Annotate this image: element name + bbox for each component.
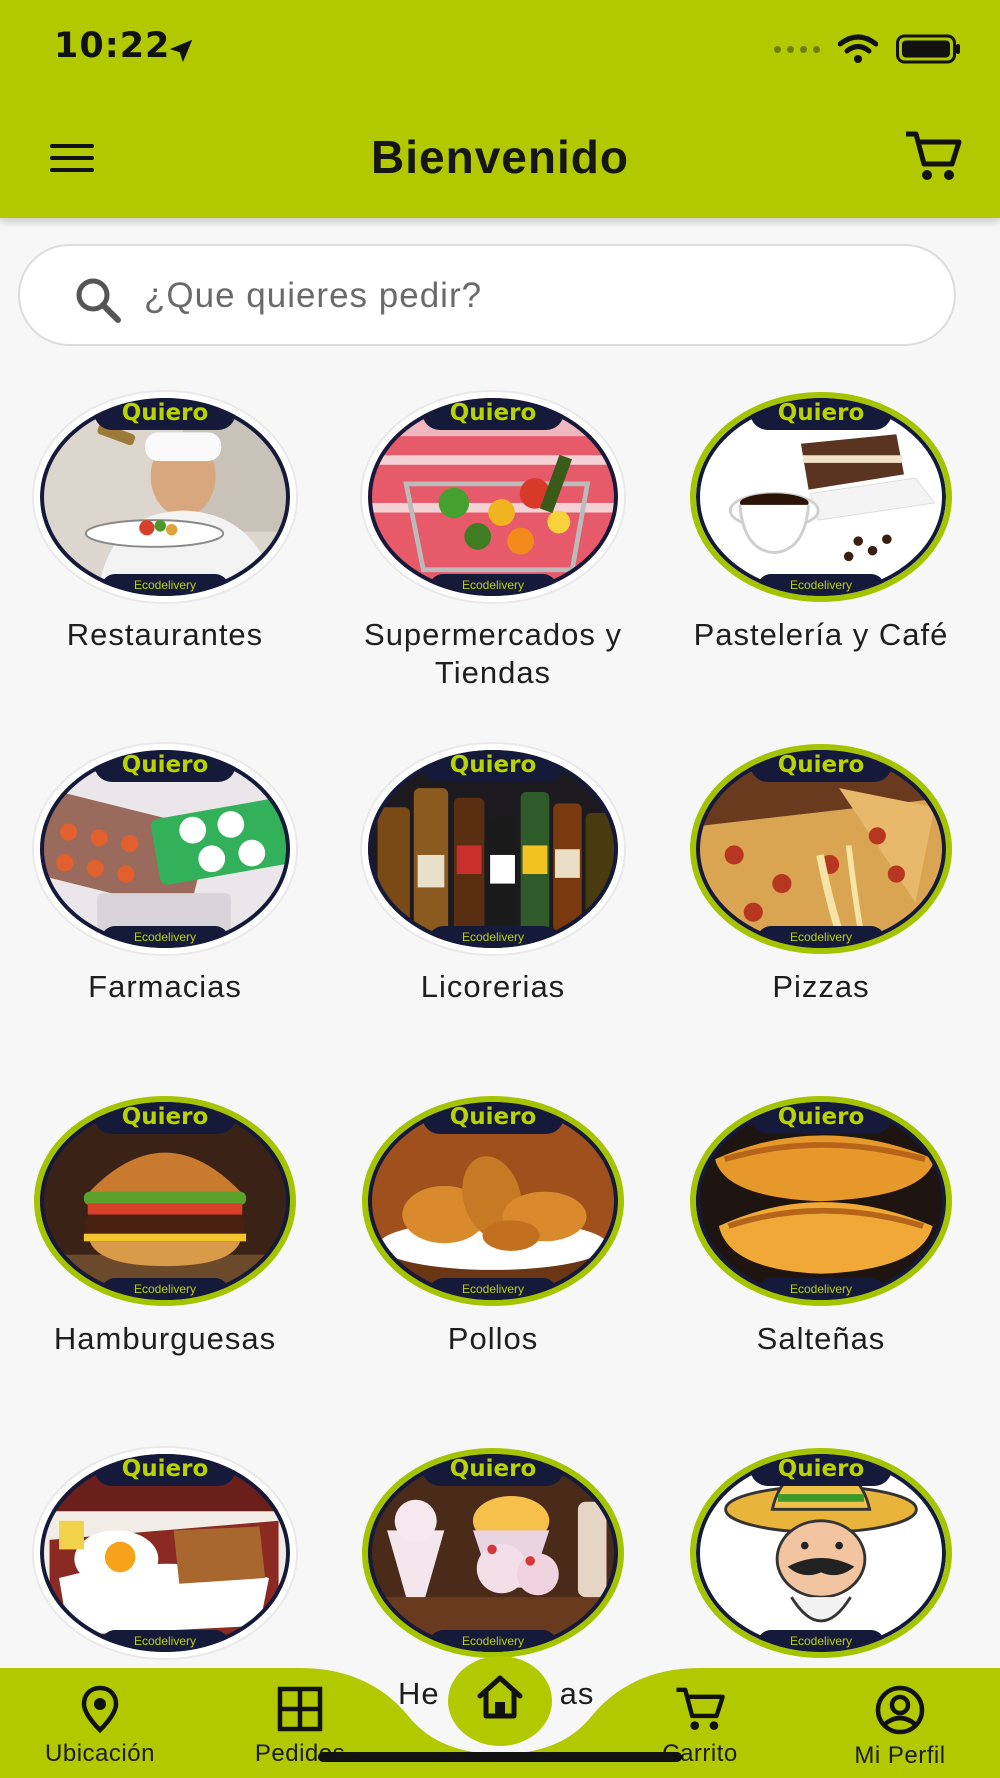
- category-label: Pastelería y Café: [693, 617, 949, 652]
- app-bar: 10:22 Bienvenido: [0, 0, 1000, 218]
- category-label: Pollos: [447, 1321, 539, 1356]
- page-title: Bienvenido: [371, 131, 629, 183]
- category-comida-tipica[interactable]: Quiero Ecodelivery: [656, 1448, 986, 1672]
- status-indicators: [774, 34, 962, 64]
- category-licorerias[interactable]: Quiero Ecodelivery Licorerias: [328, 744, 658, 1006]
- category-label: Licorerias: [420, 969, 566, 1004]
- category-helados[interactable]: Quiero Ecodelivery: [328, 1448, 658, 1658]
- category-image: Quiero Ecodelivery: [34, 1448, 296, 1658]
- category-hamburguesas[interactable]: Quiero Ecodelivery Hamburguesas: [0, 1096, 330, 1358]
- home-button[interactable]: [448, 1656, 552, 1746]
- wifi-icon: [838, 34, 878, 63]
- category-label: Hamburguesas: [53, 1321, 277, 1356]
- category-label: Supermercados y Tiendas: [364, 617, 622, 690]
- category-label: Salteñas: [756, 1321, 886, 1356]
- category-image: Quiero Ecodelivery: [34, 744, 296, 954]
- category-image: Quiero Ecodelivery: [690, 1096, 952, 1306]
- grid-icon: [277, 1686, 323, 1732]
- status-time: 10:22: [54, 26, 171, 66]
- category-label: Farmacias: [88, 969, 242, 1004]
- category-image: Quiero Ecodelivery: [362, 744, 624, 954]
- search-bar[interactable]: [18, 244, 956, 346]
- category-supermercados[interactable]: Quiero Ecodelivery Supermercados y Tiend…: [328, 392, 658, 692]
- location-pin-icon: [81, 1685, 119, 1734]
- category-image: Quiero Ecodelivery: [362, 392, 624, 602]
- category-image: Quiero Ecodelivery: [690, 1448, 952, 1658]
- profile-icon: [875, 1685, 925, 1735]
- category-image: Quiero Ecodelivery: [34, 392, 296, 602]
- cart-icon: [676, 1687, 725, 1730]
- category-image: Quiero Ecodelivery: [690, 744, 952, 954]
- category-almuerzos[interactable]: Quiero Ecodelivery: [0, 1448, 330, 1672]
- category-label: Pizzas: [772, 969, 870, 1004]
- battery-icon: [896, 34, 960, 64]
- home-icon: [477, 1675, 523, 1719]
- category-label: Restaurantes: [66, 617, 264, 652]
- location-arrow-icon: [169, 39, 193, 63]
- category-farmacias[interactable]: Quiero Ecodelivery Farmacias: [0, 744, 330, 1006]
- cart-icon[interactable]: [902, 128, 964, 184]
- category-image: Quiero Ecodelivery: [362, 1448, 624, 1658]
- category-saltenas[interactable]: Quiero Ecodelivery Salteñas: [656, 1096, 986, 1358]
- category-pasteleria[interactable]: Quiero Ecodelivery Pastelería y Café: [656, 392, 986, 654]
- search-input[interactable]: [144, 264, 924, 328]
- category-image: Quiero Ecodelivery: [34, 1096, 296, 1306]
- search-icon: [76, 278, 121, 323]
- category-image: Quiero Ecodelivery: [362, 1096, 624, 1306]
- nav-mi-perfil[interactable]: Mi Perfil: [820, 1684, 980, 1770]
- home-indicator: [318, 1752, 682, 1762]
- category-pollos[interactable]: Quiero Ecodelivery Pollos: [328, 1096, 658, 1358]
- nav-ubicacion[interactable]: Ubicación: [20, 1684, 180, 1768]
- category-restaurantes[interactable]: Quiero Ecodelivery Restaurantes: [0, 392, 330, 654]
- cellular-signal-icon: [774, 45, 820, 53]
- category-pizzas[interactable]: Quiero Ecodelivery Pizzas: [656, 744, 986, 1006]
- category-image: Quiero Ecodelivery: [690, 392, 952, 602]
